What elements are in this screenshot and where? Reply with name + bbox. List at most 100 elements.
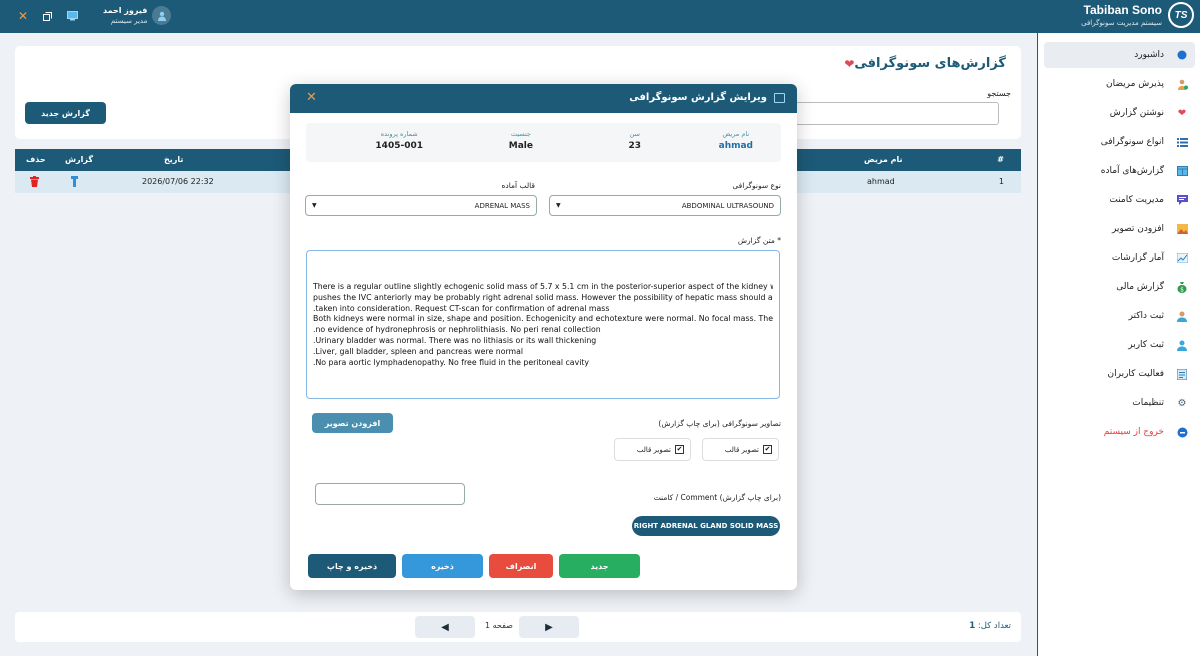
patient-age-field: سن 23 (628, 130, 641, 153)
sidebar-item-user-activity[interactable]: فعالیت کاربران (1044, 361, 1195, 387)
patient-gender-label: جنسیت (510, 130, 531, 138)
patient-age-label: سن (629, 130, 640, 138)
save-button[interactable]: ذخیره (402, 554, 483, 578)
check-icon: ✔ (763, 445, 772, 454)
image-icon (1176, 223, 1188, 235)
sidebar-item-financial-report[interactable]: $ گزارش مالی (1044, 274, 1195, 300)
report-line: .Urinary bladder was normal. There was n… (313, 335, 597, 345)
check-icon: ✔ (675, 445, 684, 454)
sono-type-select[interactable]: ABDOMINAL ULTRASOUND ▼ (549, 195, 781, 216)
brand: Tabiban Sono سیستم مدیریت سونوگرافی TS (1081, 2, 1194, 28)
report-line: pushes the IVC anteriorly may be probabl… (313, 292, 773, 302)
report-line: There is a regular outline slightly echo… (313, 282, 773, 291)
page-title-text: گزارش‌های سونوگرافی (854, 56, 1006, 71)
search-input[interactable] (795, 102, 999, 125)
sidebar-item-dashboard[interactable]: داشبورد (1044, 42, 1195, 68)
view-report-icon[interactable] (71, 176, 78, 189)
patient-file-field: شماره پرونده 1405-001 (375, 130, 423, 153)
sidebar-item-comment-management[interactable]: مدیریت کامنت (1044, 187, 1195, 213)
total-value: 1 (969, 621, 976, 631)
image-checkbox-label: تصویر قالب (724, 445, 759, 454)
chevron-down-icon: ▼ (312, 202, 317, 209)
heart-icon: ❤ (844, 56, 855, 71)
save-print-button[interactable]: ذخیره و چاپ (308, 554, 396, 578)
avatar-icon (152, 6, 172, 25)
top-bar: ✕ فیروز احمد مدیر سیستم Tabiban Sono سیس… (0, 0, 1200, 33)
sidebar-item-register-doctor[interactable]: ثبت داکتر (1044, 303, 1195, 329)
prev-page-button[interactable]: ◀ (415, 616, 475, 638)
user-profile[interactable]: فیروز احمد مدیر سیستم (103, 5, 172, 26)
comment-input[interactable] (315, 483, 465, 505)
pagination-bar: ◀ صفحه 1 ▶ تعداد کل: 1 (15, 612, 1021, 642)
sidebar-item-label: گزارش‌های آماده (1100, 166, 1164, 176)
col-delete: حذف (26, 155, 46, 164)
patient-file-value: 1405-001 (375, 141, 423, 151)
close-icon[interactable]: ✕ (306, 90, 317, 105)
report-line: .Liver, gall bladder, spleen and pancrea… (313, 346, 524, 356)
row-date: 2026/07/06 22:32 (142, 177, 214, 186)
modal-title: ویرایش گزارش سونوگرافی (629, 92, 767, 103)
sidebar-item-label: مدیریت کامنت (1109, 195, 1164, 205)
sono-type-label: نوع سونوگرافی (732, 181, 781, 190)
sidebar-item-write-report[interactable]: ❤ نوشتن گزارش (1044, 100, 1195, 126)
monitor-icon[interactable] (65, 9, 79, 23)
patient-add-icon (1176, 78, 1188, 90)
col-report: گزارش (65, 155, 94, 164)
sidebar-item-register-user[interactable]: ثبت کاربر (1044, 332, 1195, 358)
sidebar-item-sono-types[interactable]: انواع سونوگرافی (1044, 129, 1195, 155)
report-textarea[interactable]: There is a regular outline slightly echo… (306, 250, 780, 399)
sidebar-item-logout[interactable]: خروج از سیستم (1044, 419, 1195, 445)
brand-title: Tabiban Sono (1083, 3, 1162, 17)
template-value: ADRENAL MASS (474, 202, 530, 210)
brand-subtitle: سیستم مدیریت سونوگرافی (1081, 19, 1162, 27)
sidebar-item-label: نوشتن گزارش (1109, 108, 1164, 118)
activity-icon (1176, 368, 1188, 380)
sidebar-item-ready-reports[interactable]: گزارش‌های آماده (1044, 158, 1195, 184)
row-patient: ahmad (867, 177, 895, 186)
brand-logo: TS (1168, 2, 1194, 28)
sidebar-item-patient-admission[interactable]: پذیرش مریضان (1044, 71, 1195, 97)
page-label: صفحه 1 (485, 621, 513, 630)
user-icon (1176, 339, 1188, 351)
row-index: 1 (998, 177, 1004, 186)
col-patient: نام مریض (864, 155, 903, 164)
new-button[interactable]: جدید (559, 554, 640, 578)
sidebar-item-label: آمار گزارشات (1111, 253, 1164, 263)
sidebar-item-settings[interactable]: ⚙ تنظیمات (1044, 390, 1195, 416)
image-checkbox[interactable]: تصویر قالب ✔ (702, 438, 779, 461)
comment-chip[interactable]: RIGHT ADRENAL GLAND SOLID MASS (632, 516, 780, 536)
page-title: ❤ گزارش‌های سونوگرافی (838, 56, 1006, 71)
svg-text:$: $ (1180, 286, 1184, 293)
add-image-button[interactable]: افزودن تصویر (312, 413, 393, 433)
next-page-button[interactable]: ▶ (519, 616, 579, 638)
patient-gender-value: Male (508, 141, 533, 151)
template-label: قالب آماده (501, 181, 535, 190)
sidebar-item-label: افزودن تصویر (1111, 224, 1164, 234)
dashboard-icon (1176, 49, 1188, 61)
sidebar-item-report-stats[interactable]: آمار گزارشات (1044, 245, 1195, 271)
restore-window-icon[interactable] (40, 9, 54, 23)
search-label: جستجو (987, 89, 1011, 98)
total-label: تعداد کل: (977, 621, 1011, 631)
sidebar-item-label: خروج از سیستم (1103, 427, 1164, 437)
sidebar-item-label: تنظیمات (1132, 398, 1164, 408)
list-icon (1176, 136, 1188, 148)
cancel-button[interactable]: انصراف (489, 554, 553, 578)
heart-icon: ❤ (1177, 107, 1187, 119)
image-checkbox[interactable]: تصویر قالب ✔ (614, 438, 691, 461)
trash-icon[interactable] (30, 176, 39, 189)
patient-name-field: نام مریض ahmad (719, 130, 753, 153)
template-select[interactable]: ADRENAL MASS ▼ (305, 195, 537, 216)
report-line: .taken into consideration. Request CT-sc… (313, 303, 610, 313)
new-report-button[interactable]: گزارش جدید (25, 102, 106, 124)
close-icon[interactable]: ✕ (16, 9, 30, 23)
patient-age-value: 23 (628, 141, 641, 151)
doctor-icon (1176, 310, 1188, 322)
sidebar-item-add-image[interactable]: افزودن تصویر (1044, 216, 1195, 242)
col-index: # (997, 155, 1004, 164)
triangle-left-icon: ◀ (441, 621, 449, 633)
patient-gender-field: جنسیت Male (509, 130, 533, 153)
template-icon (774, 93, 785, 103)
sidebar-item-label: داشبورد (1134, 50, 1164, 60)
patient-name-value: ahmad (718, 141, 753, 151)
